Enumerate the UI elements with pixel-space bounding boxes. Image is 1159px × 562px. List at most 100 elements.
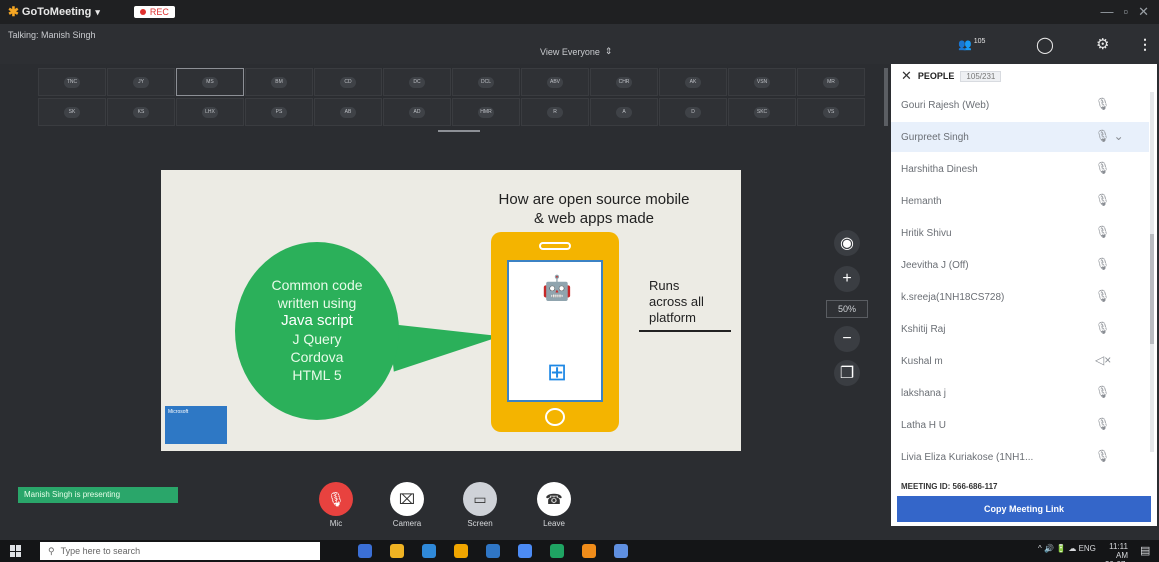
- window-controls: — ▫ ✕: [1100, 4, 1149, 20]
- attendee-tile[interactable]: A: [590, 98, 658, 126]
- clock-time: 11:11 AM: [1109, 542, 1128, 560]
- attendee-tile[interactable]: VS: [797, 98, 865, 126]
- taskbar-app-icon[interactable]: [358, 544, 372, 558]
- attendee-tile[interactable]: DC: [383, 68, 451, 96]
- mic-button[interactable]: 🎙 Mic: [311, 482, 361, 528]
- attendee-tile[interactable]: R: [521, 98, 589, 126]
- people-list-item[interactable]: Hemanth 🎙: [891, 186, 1149, 216]
- mic-muted-icon[interactable]: ◁×: [1095, 353, 1111, 367]
- people-list-item[interactable]: Kshitij Raj 🎙: [891, 314, 1149, 344]
- attendee-tile[interactable]: CD: [314, 68, 382, 96]
- mic-muted-icon[interactable]: 🎙: [1095, 417, 1110, 431]
- camera-snapshot-icon[interactable]: ◉: [834, 230, 860, 256]
- people-list-item[interactable]: Kushal m ◁×: [891, 346, 1149, 376]
- app-menu[interactable]: ✱ GoToMeeting ▾: [8, 4, 100, 20]
- attendee-tile[interactable]: TNC: [38, 68, 106, 96]
- people-list-item[interactable]: lakshana j 🎙: [891, 378, 1149, 408]
- more-icon[interactable]: ⋮: [1138, 36, 1152, 53]
- taskbar-app-icon[interactable]: [390, 544, 404, 558]
- people-scrollbar-thumb[interactable]: [1150, 234, 1154, 344]
- people-list-item[interactable]: Gurpreet Singh 🎙 ⌄: [891, 122, 1149, 152]
- mic-muted-icon[interactable]: 🎙: [1095, 161, 1110, 175]
- taskbar-app-icon[interactable]: [422, 544, 436, 558]
- attendee-tile[interactable]: KS: [107, 98, 175, 126]
- people-button[interactable]: 👥 105: [958, 38, 985, 51]
- attendee-tile[interactable]: VSN: [728, 68, 796, 96]
- taskbar-app-icon[interactable]: [550, 544, 564, 558]
- underline: [639, 330, 731, 332]
- people-list-item[interactable]: Latha H U 🎙: [891, 410, 1149, 440]
- chat-icon[interactable]: ◯: [1036, 35, 1054, 55]
- zoom-out-button[interactable]: −: [834, 326, 860, 352]
- screen-button[interactable]: ▭ Screen: [455, 482, 505, 528]
- attendee-tile[interactable]: SKC: [728, 98, 796, 126]
- attendee-tile[interactable]: D: [659, 98, 727, 126]
- rec-badge[interactable]: REC: [133, 6, 175, 18]
- attendee-tile[interactable]: SK: [38, 98, 106, 126]
- attendee-tile[interactable]: ABV: [521, 68, 589, 96]
- leave-button[interactable]: ☎ Leave: [529, 482, 579, 528]
- minimize-icon[interactable]: —: [1100, 4, 1113, 20]
- windows-icon: ⊞: [546, 359, 568, 386]
- strip-resize-handle[interactable]: [438, 130, 480, 132]
- mic-muted-icon[interactable]: 🎙: [1095, 385, 1110, 399]
- copy-icon[interactable]: ❐: [834, 360, 860, 386]
- attendee-tile[interactable]: LHX: [176, 98, 244, 126]
- mic-muted-icon[interactable]: 🎙: [1095, 225, 1110, 239]
- attendee-tile[interactable]: DCL: [452, 68, 520, 96]
- people-panel-header: ✕ PEOPLE 105/231: [891, 64, 1157, 88]
- system-tray[interactable]: ^ 🔊 🔋 ☁ ENG: [1038, 544, 1096, 553]
- attendee-tile[interactable]: PS: [245, 98, 313, 126]
- rec-label: REC: [149, 7, 169, 17]
- taskbar-app-icon[interactable]: [486, 544, 500, 558]
- attendee-tile[interactable]: AB: [314, 98, 382, 126]
- camera-button[interactable]: ⌧ Camera: [382, 482, 432, 528]
- attendee-tile[interactable]: BM: [245, 68, 313, 96]
- mic-muted-icon[interactable]: 🎙: [1095, 289, 1110, 303]
- taskbar-clock[interactable]: 11:11 AM 20-07-2020: [1098, 542, 1128, 562]
- taskbar-app-icon[interactable]: [518, 544, 532, 558]
- view-everyone-selector[interactable]: View Everyone ⇕: [540, 46, 612, 57]
- windows-start-icon[interactable]: [10, 545, 22, 557]
- mic-muted-icon[interactable]: 🎙: [1095, 97, 1110, 111]
- mic-muted-icon[interactable]: 🎙: [1095, 449, 1110, 463]
- presenter-banner: Manish Singh is presenting: [18, 487, 178, 503]
- mic-muted-icon[interactable]: 🎙: [1095, 193, 1110, 207]
- people-list-item[interactable]: k.sreeja(1NH18CS728) 🎙: [891, 282, 1149, 312]
- close-icon[interactable]: ✕: [1138, 4, 1149, 20]
- taskbar-search[interactable]: ⚲ Type here to search: [40, 542, 320, 560]
- shared-screen-slide: How are open source mobile & web apps ma…: [161, 170, 741, 451]
- attendee-tile[interactable]: AK: [659, 68, 727, 96]
- taskbar-app-icon[interactable]: [454, 544, 468, 558]
- attendee-initials: JY: [133, 76, 149, 88]
- attendee-tile[interactable]: CHR: [590, 68, 658, 96]
- attendee-tile[interactable]: HMR: [452, 98, 520, 126]
- phone-illustration: 🤖 ⊞: [491, 232, 619, 432]
- attendee-strip: TNC JY MS BM CD DC DCL ABV CHR AK VSN MR SK KS LHX PS AB…: [38, 68, 866, 128]
- people-list-item[interactable]: Gouri Rajesh (Web) 🎙: [891, 90, 1149, 120]
- mic-muted-icon[interactable]: 🎙: [1095, 257, 1110, 271]
- mic-muted-icon[interactable]: 🎙: [1095, 321, 1110, 335]
- gear-icon[interactable]: ⚙: [1096, 35, 1109, 53]
- runs-line: platform: [649, 310, 696, 325]
- people-list-item[interactable]: Jeevitha J (Off) 🎙: [891, 250, 1149, 280]
- attendee-tile[interactable]: MR: [797, 68, 865, 96]
- zoom-in-button[interactable]: +: [834, 266, 860, 292]
- taskbar-app-icon[interactable]: [614, 544, 628, 558]
- taskbar-app-icon[interactable]: [582, 544, 596, 558]
- strip-scrollbar[interactable]: [884, 68, 888, 126]
- people-list-item[interactable]: Hritik Shivu 🎙: [891, 218, 1149, 248]
- attendee-tile[interactable]: JY: [107, 68, 175, 96]
- participant-name: Jeevitha J (Off): [901, 259, 969, 271]
- people-list-item[interactable]: Harshitha Dinesh 🎙: [891, 154, 1149, 184]
- close-icon[interactable]: ✕: [901, 68, 912, 84]
- attendee-tile[interactable]: AD: [383, 98, 451, 126]
- leave-label: Leave: [543, 519, 565, 528]
- people-list-item[interactable]: Livia Eliza Kuriakose (1NH1... 🎙: [891, 442, 1149, 472]
- restore-icon[interactable]: ▫: [1123, 4, 1128, 20]
- copy-meeting-link-button[interactable]: Copy Meeting Link: [897, 496, 1151, 522]
- attendee-tile[interactable]: MS: [176, 68, 244, 96]
- zoom-level: 50%: [826, 300, 868, 318]
- mic-muted-icon[interactable]: 🎙 ⌄: [1095, 129, 1124, 143]
- notification-icon[interactable]: ▤: [1140, 544, 1150, 557]
